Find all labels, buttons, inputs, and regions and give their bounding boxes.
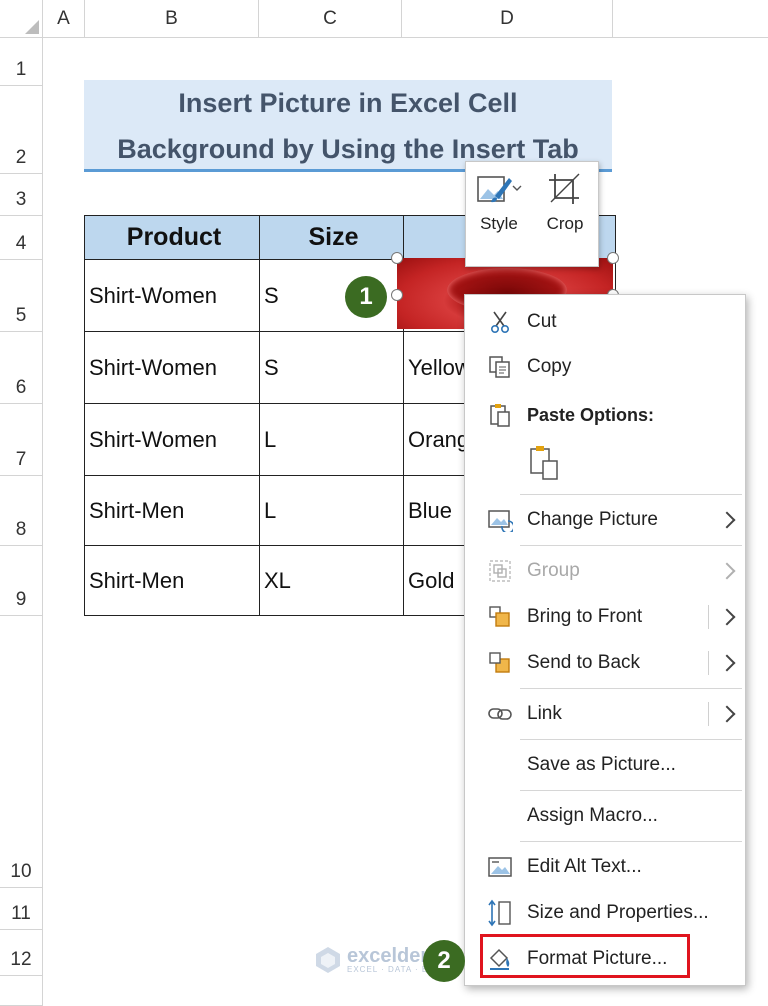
change-picture-icon (485, 505, 515, 535)
paste-picture-icon (530, 446, 558, 480)
submenu-arrow-icon[interactable] (718, 705, 736, 723)
scissors-icon (485, 307, 515, 337)
row-header-7[interactable]: 7 (0, 404, 43, 476)
link-label: Link (527, 703, 562, 724)
row-header-11[interactable]: 11 (0, 888, 43, 930)
bring-to-front-icon (485, 602, 515, 632)
crop-button[interactable]: Crop (534, 172, 596, 234)
split-divider (708, 605, 709, 629)
split-divider (708, 651, 709, 675)
row-header-1[interactable]: 1 (0, 38, 43, 86)
cell-size[interactable]: S (259, 331, 404, 404)
mini-toolbar: Style Crop (465, 161, 599, 267)
resize-handle-left[interactable] (391, 289, 403, 301)
assign-macro-label: Assign Macro... (527, 805, 658, 826)
cell-size[interactable]: L (259, 403, 404, 476)
menu-item-send-to-back[interactable]: Send to Back (465, 645, 745, 681)
sheet-title: Insert Picture in Excel Cell Background … (84, 80, 612, 172)
cell-product[interactable]: Shirt-Women (84, 403, 260, 476)
resize-handle-top-left[interactable] (391, 252, 403, 264)
row-header-8[interactable]: 8 (0, 476, 43, 546)
cell-product[interactable]: Shirt-Men (84, 545, 260, 616)
column-header-d[interactable]: D (402, 0, 613, 38)
copy-icon (485, 352, 515, 382)
alt-text-icon (485, 852, 515, 882)
paste-icon (485, 400, 515, 430)
menu-item-cut[interactable]: Cut (465, 304, 745, 340)
send-to-back-icon (485, 648, 515, 678)
change-picture-label: Change Picture (527, 509, 658, 530)
menu-item-save-as-picture[interactable]: Save as Picture... (465, 747, 745, 783)
menu-item-size-and-properties[interactable]: Size and Properties... (465, 895, 745, 931)
menu-separator (520, 841, 742, 842)
row-header-9[interactable]: 9 (0, 546, 43, 616)
cell-product[interactable]: Shirt-Women (84, 259, 260, 332)
row-header-5[interactable]: 5 (0, 260, 43, 332)
submenu-arrow-icon[interactable] (718, 608, 736, 626)
menu-item-link[interactable]: Link (465, 696, 745, 732)
exceldemy-logo-icon (316, 947, 340, 973)
column-header-b[interactable]: B (85, 0, 259, 38)
resize-handle-top-right[interactable] (607, 252, 619, 264)
send-to-back-label: Send to Back (527, 652, 641, 673)
menu-separator (520, 545, 742, 546)
crop-label: Crop (546, 214, 584, 233)
menu-item-group[interactable]: Group (465, 553, 745, 589)
submenu-arrow-icon (718, 511, 736, 529)
row-header-6[interactable]: 6 (0, 332, 43, 404)
style-button[interactable]: Style (468, 172, 530, 234)
title-line-1: Insert Picture in Excel Cell (178, 88, 518, 118)
group-label: Group (527, 560, 580, 581)
edit-alt-text-label: Edit Alt Text... (527, 856, 642, 877)
submenu-arrow-icon[interactable] (718, 654, 736, 672)
row-header-3[interactable]: 3 (0, 174, 43, 216)
cell-size[interactable]: XL (259, 545, 404, 616)
context-menu: Cut Copy Paste Options: Change Picture G… (464, 294, 746, 986)
row-header-4[interactable]: 4 (0, 216, 43, 260)
row-header-2[interactable]: 2 (0, 86, 43, 174)
copy-label: Copy (527, 356, 572, 377)
cell-product[interactable]: Shirt-Women (84, 331, 260, 404)
size-and-properties-label: Size and Properties... (527, 902, 709, 923)
menu-item-copy[interactable]: Copy (465, 349, 745, 385)
menu-separator (520, 688, 742, 689)
column-header-a[interactable]: A (43, 0, 85, 38)
row-header-10[interactable]: 10 (0, 616, 43, 888)
link-icon (485, 699, 515, 729)
header-product[interactable]: Product (84, 215, 260, 260)
cut-label: Cut (527, 311, 557, 332)
paste-options-heading: Paste Options: (465, 397, 745, 433)
crop-icon (549, 173, 580, 204)
split-divider (708, 702, 709, 726)
menu-item-edit-alt-text[interactable]: Edit Alt Text... (465, 849, 745, 885)
submenu-arrow-icon (718, 562, 736, 580)
cell-size[interactable]: L (259, 475, 404, 546)
menu-item-assign-macro[interactable]: Assign Macro... (465, 798, 745, 834)
bring-to-front-label: Bring to Front (527, 606, 643, 627)
size-properties-icon (485, 898, 515, 928)
row-header-13[interactable] (0, 976, 43, 1006)
row-header-12[interactable]: 12 (0, 930, 43, 976)
menu-item-change-picture[interactable]: Change Picture (465, 502, 745, 538)
paste-option-picture-button[interactable] (527, 443, 563, 483)
menu-separator (520, 790, 742, 791)
picture-style-icon (477, 176, 522, 203)
menu-separator (520, 739, 742, 740)
step-badge-2: 2 (423, 940, 465, 982)
select-all-corner[interactable] (0, 0, 43, 38)
style-label: Style (480, 214, 518, 233)
format-picture-highlight (480, 934, 690, 978)
save-as-picture-label: Save as Picture... (527, 754, 676, 775)
column-header-blank[interactable] (613, 0, 768, 38)
header-size[interactable]: Size (259, 215, 404, 260)
paste-options-label: Paste Options: (527, 404, 655, 425)
group-icon (485, 556, 515, 586)
menu-item-bring-to-front[interactable]: Bring to Front (465, 599, 745, 635)
step-badge-1: 1 (345, 276, 387, 318)
cell-product[interactable]: Shirt-Men (84, 475, 260, 546)
menu-separator (520, 494, 742, 495)
column-header-c[interactable]: C (259, 0, 402, 38)
